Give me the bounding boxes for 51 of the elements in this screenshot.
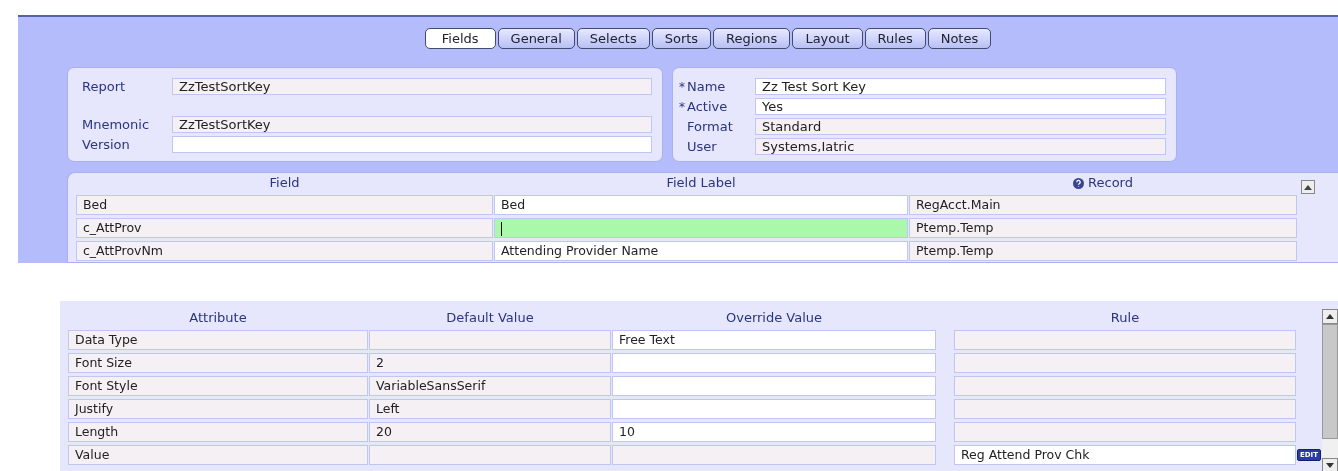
column-header: Field: [269, 174, 300, 192]
column-header: Default Value: [446, 309, 534, 327]
table-cell: Value: [68, 445, 368, 465]
required-mark: *: [679, 99, 686, 114]
field-label: Mnemonic: [82, 117, 151, 132]
tab[interactable]: Rules: [864, 28, 926, 49]
table-cell: Font Style: [68, 376, 368, 396]
column-header: Override Value: [725, 309, 823, 327]
column-header: Field Label: [666, 174, 736, 192]
input-field[interactable]: Systems,Iatric: [755, 138, 1166, 155]
table-cell: c_AttProvNm: [76, 241, 493, 261]
column-header: Record: [1088, 174, 1133, 192]
table-cell[interactable]: Bed: [494, 195, 908, 215]
tab[interactable]: General: [497, 28, 575, 49]
table-cell[interactable]: Reg Attend Prov Chk: [954, 445, 1296, 465]
field-label: Name: [687, 79, 727, 94]
table-cell: Ptemp.Temp: [909, 218, 1297, 238]
table-cell: 20: [369, 422, 611, 442]
field-label: Format: [687, 119, 734, 134]
input-field[interactable]: ZzTestSortKey: [172, 116, 652, 133]
table-cell[interactable]: Free Text: [612, 330, 936, 350]
table-cell: Ptemp.Temp: [909, 241, 1297, 261]
column-header: Attribute: [189, 309, 247, 327]
table-cell: Data Type: [68, 330, 368, 350]
tab[interactable]: Notes: [927, 28, 992, 49]
input-field[interactable]: Standard: [755, 118, 1166, 135]
column-header: Rule: [1110, 309, 1140, 327]
input-field[interactable]: ZzTestSortKey: [172, 78, 652, 95]
table-cell: VariableSansSerif: [369, 376, 611, 396]
input-field[interactable]: Zz Test Sort Key: [755, 78, 1166, 95]
input-field[interactable]: Yes: [755, 98, 1166, 115]
required-mark: *: [679, 79, 686, 94]
tab[interactable]: Fields: [424, 28, 496, 49]
field-label: Version: [82, 137, 131, 152]
field-label: Active: [687, 99, 729, 114]
table-cell: 2: [369, 353, 611, 373]
table-cell: c_AttProv: [76, 218, 493, 238]
table-cell: Length: [68, 422, 368, 442]
table-cell: RegAcct.Main: [909, 195, 1297, 215]
table-cell[interactable]: Attending Provider Name: [494, 241, 908, 261]
field-label: User: [687, 139, 718, 154]
tab[interactable]: Selects: [576, 28, 650, 49]
table-cell: Font Size: [68, 353, 368, 373]
table-cell: Left: [369, 399, 611, 419]
table-cell: Justify: [68, 399, 368, 419]
tab[interactable]: Regions: [713, 28, 791, 49]
table-cell[interactable]: 10: [612, 422, 936, 442]
tab[interactable]: Sorts: [651, 28, 712, 49]
tab[interactable]: Layout: [792, 28, 863, 49]
table-cell: Bed: [76, 195, 493, 215]
field-label: Report: [82, 79, 127, 94]
